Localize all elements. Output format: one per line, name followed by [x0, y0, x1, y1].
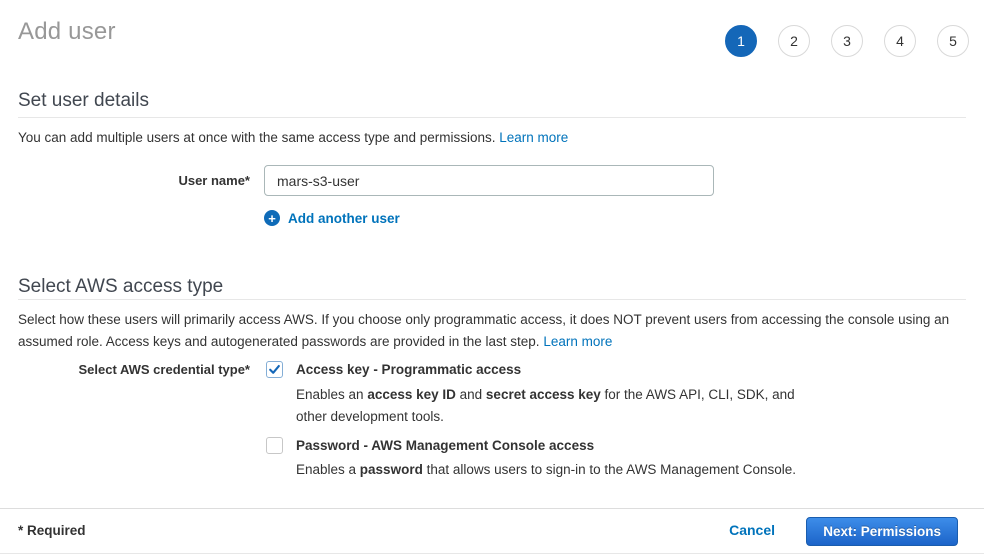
user-details-intro: You can add multiple users at once with … [18, 127, 966, 149]
section-divider [18, 299, 966, 300]
section-divider [18, 117, 966, 118]
next-permissions-button[interactable]: Next: Permissions [806, 517, 958, 546]
add-user-wizard-page: Add user 1 2 3 4 5 Set user details You … [0, 0, 984, 556]
desc-text: that allows users to sign-in to the AWS … [423, 462, 796, 477]
desc-text-bold: password [360, 462, 423, 477]
username-label: User name* [0, 173, 250, 188]
access-type-intro-text: Select how these users will primarily ac… [18, 312, 949, 349]
password-option-title[interactable]: Password - AWS Management Console access [296, 438, 594, 453]
wizard-step-indicator: 1 2 3 4 5 [725, 25, 969, 57]
footer-divider [0, 508, 984, 509]
desc-text: and [456, 387, 486, 402]
cancel-button[interactable]: Cancel [729, 522, 775, 538]
access-key-option-description: Enables an access key ID and secret acce… [296, 384, 828, 428]
page-bottom-divider [0, 553, 984, 554]
password-option-description: Enables a password that allows users to … [296, 459, 828, 481]
desc-text-bold: secret access key [486, 387, 601, 402]
step-indicator-4: 4 [884, 25, 916, 57]
learn-more-link-access-type[interactable]: Learn more [543, 334, 612, 349]
page-title: Add user [18, 18, 116, 46]
user-details-intro-text: You can add multiple users at once with … [18, 130, 499, 145]
step-indicator-1: 1 [725, 25, 757, 57]
access-key-checkbox[interactable] [266, 361, 283, 378]
required-note: * Required [18, 523, 86, 538]
password-checkbox[interactable] [266, 437, 283, 454]
checkmark-icon [267, 362, 282, 377]
learn-more-link-user-details[interactable]: Learn more [499, 130, 568, 145]
username-input[interactable] [264, 165, 714, 196]
desc-text-bold: access key ID [367, 387, 456, 402]
desc-text: Enables an [296, 387, 367, 402]
step-indicator-3: 3 [831, 25, 863, 57]
credential-type-label: Select AWS credential type* [0, 362, 250, 377]
plus-circle-icon: + [264, 210, 280, 226]
add-another-user-label: Add another user [288, 211, 400, 226]
step-indicator-5: 5 [937, 25, 969, 57]
access-key-option-title[interactable]: Access key - Programmatic access [296, 362, 521, 377]
access-type-intro: Select how these users will primarily ac… [18, 309, 966, 353]
section-heading-user-details: Set user details [18, 90, 149, 112]
section-heading-access-type: Select AWS access type [18, 276, 223, 298]
desc-text: Enables a [296, 462, 360, 477]
step-indicator-2: 2 [778, 25, 810, 57]
add-another-user-button[interactable]: + Add another user [264, 210, 400, 226]
